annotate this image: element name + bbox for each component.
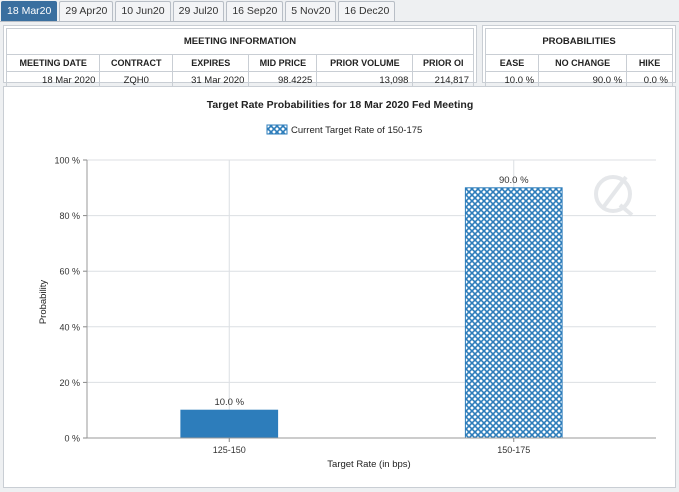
y-tick-label: 0 %	[64, 434, 80, 444]
tab-5-nov20[interactable]: 5 Nov20	[285, 1, 337, 21]
target-rate-chart: Target Rate Probabilities for 18 Mar 202…	[38, 99, 656, 470]
tab-18-mar20[interactable]: 18 Mar20	[1, 1, 58, 21]
header-no-change: NO CHANGE	[538, 54, 628, 72]
header-expires: EXPIRES	[172, 54, 250, 72]
header-prior-oi: PRIOR OI	[412, 54, 474, 72]
bar-125-150	[180, 409, 279, 439]
x-tick-label-150-175: 150-175	[497, 445, 530, 455]
x-tick-label-125-150: 125-150	[213, 445, 246, 455]
x-axis-label: Target Rate (in bps)	[327, 459, 410, 470]
y-tick-label: 40 %	[59, 322, 80, 332]
legend: Current Target Rate of 150-175	[266, 124, 422, 136]
chart-panel: Target Rate Probabilities for 18 Mar 202…	[3, 86, 676, 488]
header-mid-price: MID PRICE	[248, 54, 318, 72]
tab-16-dec20[interactable]: 16 Dec20	[338, 1, 396, 21]
gridlines	[87, 159, 656, 439]
tab-10-jun20[interactable]: 10 Jun20	[115, 1, 171, 21]
x-axis: 125-150 150-175	[87, 437, 656, 455]
y-axis-label: Probability	[38, 280, 49, 325]
meeting-tabs: 18 Mar20 29 Apr20 10 Jun20 29 Jul20 16 Sep20…	[0, 0, 679, 22]
probabilities-title: PROBABILITIES	[485, 28, 673, 55]
header-ease: EASE	[484, 54, 540, 72]
y-tick-label: 60 %	[59, 267, 80, 277]
y-axis: 0 % 20 % 40 % 60 % 80 % 100 %	[54, 156, 88, 444]
bars: 10.0 % 90.0 %	[180, 175, 563, 439]
watermark-logo	[594, 175, 634, 217]
data-label-150-175: 90.0 %	[499, 175, 529, 186]
data-label-125-150: 10.0 %	[214, 397, 244, 408]
probabilities-panel: PROBABILITIES EASE NO CHANGE HIKE 10.0 %…	[482, 25, 676, 89]
header-contract: CONTRACT	[99, 54, 174, 72]
legend-swatch	[266, 124, 288, 135]
header-hike: HIKE	[626, 54, 673, 72]
y-tick-label: 20 %	[59, 378, 80, 388]
meeting-information-panel: MEETING INFORMATION MEETING DATE CONTRAC…	[3, 25, 477, 89]
header-meeting-date: MEETING DATE	[5, 54, 101, 72]
meeting-information-title: MEETING INFORMATION	[6, 28, 474, 55]
header-prior-volume: PRIOR VOLUME	[316, 54, 414, 72]
tab-29-apr20[interactable]: 29 Apr20	[59, 1, 114, 21]
chart-title: Target Rate Probabilities for 18 Mar 202…	[207, 99, 473, 111]
y-tick-label: 100 %	[54, 156, 80, 166]
bar-150-175	[464, 187, 563, 439]
legend-label: Current Target Rate of 150-175	[291, 125, 422, 136]
tab-29-jul20[interactable]: 29 Jul20	[172, 1, 225, 21]
tab-16-sep20[interactable]: 16 Sep20	[226, 1, 284, 21]
y-tick-label: 80 %	[59, 211, 80, 221]
